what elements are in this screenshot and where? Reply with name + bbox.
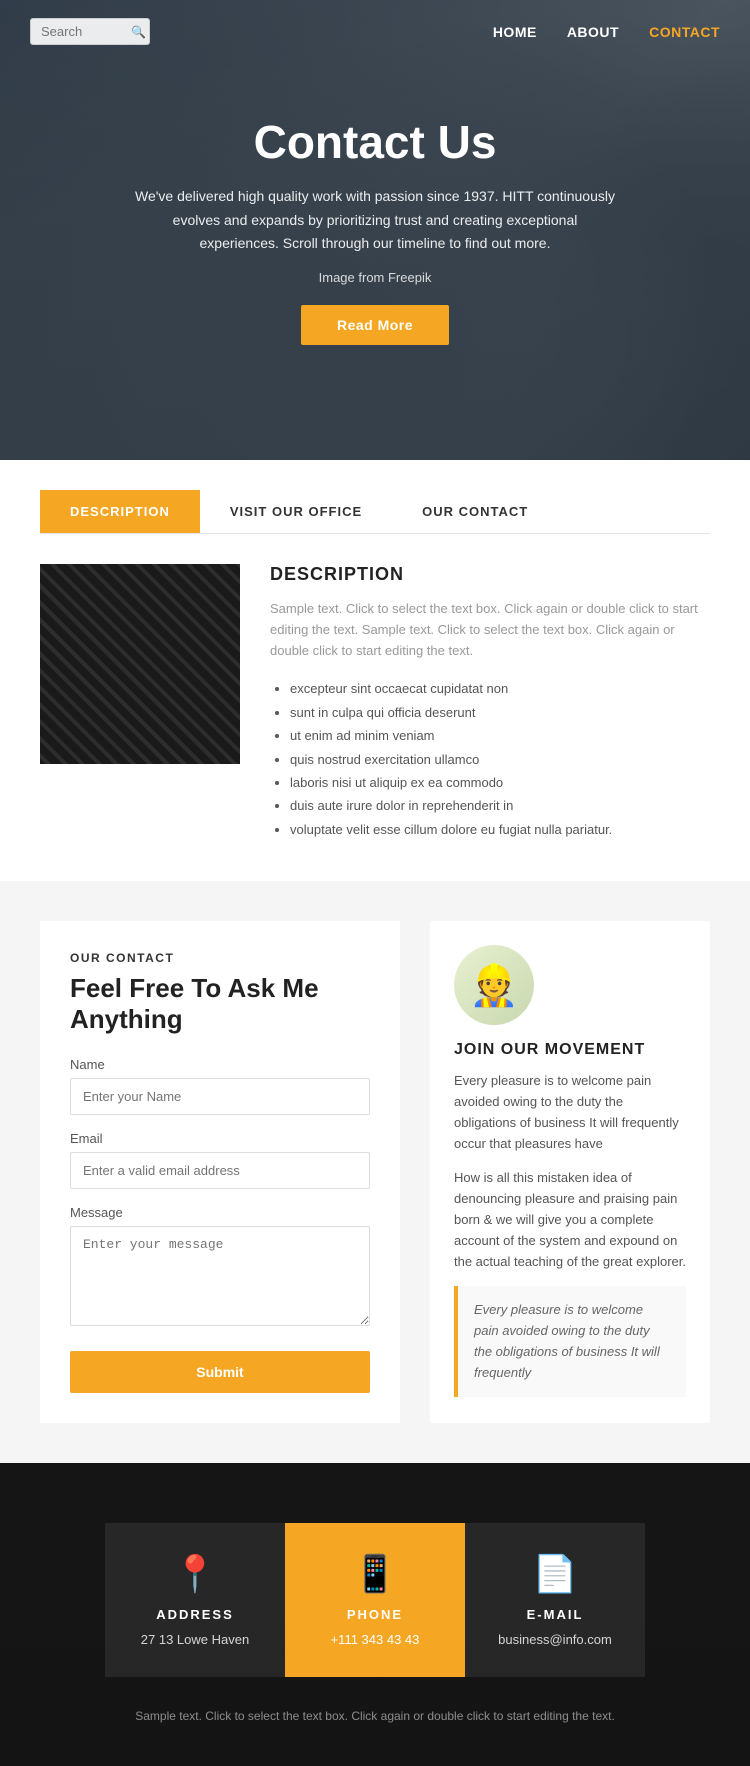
email-label: Email (70, 1131, 370, 1146)
submit-button[interactable]: Submit (70, 1351, 370, 1393)
message-label: Message (70, 1205, 370, 1220)
nav-contact[interactable]: CONTACT (649, 24, 720, 40)
description-text: DESCRIPTION Sample text. Click to select… (270, 564, 710, 841)
footer-bottom-text: Sample text. Click to select the text bo… (40, 1707, 710, 1726)
phone-value: +111 343 43 43 (305, 1632, 445, 1647)
hero-title: Contact Us (135, 115, 615, 169)
list-item: quis nostrud exercitation ullamco (290, 748, 710, 771)
navigation: 🔍 HOME ABOUT CONTACT (0, 0, 750, 63)
email-value: business@info.com (485, 1632, 625, 1647)
list-item: ut enim ad minim veniam (290, 724, 710, 747)
join-text-1: Every pleasure is to welcome pain avoide… (454, 1071, 686, 1154)
hero-section: Contact Us We've delivered high quality … (0, 0, 750, 460)
list-item: duis aute irure dolor in reprehenderit i… (290, 794, 710, 817)
footer-card-address: 📍 ADDRESS 27 13 Lowe Haven (105, 1523, 285, 1677)
description-title: DESCRIPTION (270, 564, 710, 585)
nav-links: HOME ABOUT CONTACT (493, 24, 720, 40)
search-input[interactable] (41, 24, 131, 39)
contact-form-card: OUR CONTACT Feel Free To Ask Me Anything… (40, 921, 400, 1423)
phone-icon: 📱 (305, 1553, 445, 1595)
contact-section-title: Feel Free To Ask Me Anything (70, 973, 370, 1035)
footer-card-email: 📄 E-MAIL business@info.com (465, 1523, 645, 1677)
avatar: 👷 (454, 945, 534, 1025)
phone-title: PHONE (305, 1607, 445, 1622)
description-image (40, 564, 240, 764)
footer-card-phone: 📱 PHONE +111 343 43 43 (285, 1523, 465, 1677)
email-input[interactable] (70, 1152, 370, 1189)
search-box[interactable]: 🔍 (30, 18, 150, 45)
tab-our-contact[interactable]: OUR CONTACT (392, 490, 558, 533)
tabs-section: DESCRIPTION VISIT OUR OFFICE OUR CONTACT (0, 460, 750, 534)
contact-section: OUR CONTACT Feel Free To Ask Me Anything… (0, 881, 750, 1463)
desc-image-pattern (40, 564, 240, 764)
hero-description: We've delivered high quality work with p… (135, 185, 615, 256)
list-item: laboris nisi ut aliquip ex ea commodo (290, 771, 710, 794)
hero-content: Contact Us We've delivered high quality … (115, 95, 635, 365)
address-title: ADDRESS (125, 1607, 265, 1622)
nav-home[interactable]: HOME (493, 24, 537, 40)
list-item: excepteur sint occaecat cupidatat non (290, 677, 710, 700)
description-list: excepteur sint occaecat cupidatat non su… (270, 677, 710, 841)
tab-description[interactable]: DESCRIPTION (40, 490, 200, 533)
join-title: JOIN OUR MOVEMENT (454, 1041, 686, 1059)
list-item: voluptate velit esse cillum dolore eu fu… (290, 818, 710, 841)
list-item: sunt in culpa qui officia deserunt (290, 701, 710, 724)
join-text-2: How is all this mistaken idea of denounc… (454, 1168, 686, 1272)
form-group-name: Name (70, 1057, 370, 1115)
tabs-bar: DESCRIPTION VISIT OUR OFFICE OUR CONTACT (40, 490, 710, 534)
email-icon: 📄 (485, 1553, 625, 1595)
search-icon: 🔍 (131, 25, 146, 39)
footer-cards: 📍 ADDRESS 27 13 Lowe Haven 📱 PHONE +111 … (40, 1523, 710, 1677)
description-section: DESCRIPTION Sample text. Click to select… (0, 534, 750, 881)
footer: 📍 ADDRESS 27 13 Lowe Haven 📱 PHONE +111 … (0, 1463, 750, 1766)
nav-about[interactable]: ABOUT (567, 24, 619, 40)
contact-section-label: OUR CONTACT (70, 951, 370, 965)
message-textarea[interactable] (70, 1226, 370, 1326)
contact-info-card: 👷 JOIN OUR MOVEMENT Every pleasure is to… (430, 921, 710, 1423)
tab-visit-office[interactable]: VISIT OUR OFFICE (200, 490, 392, 533)
worker-avatar-icon: 👷 (469, 962, 519, 1009)
description-sample: Sample text. Click to select the text bo… (270, 599, 710, 661)
address-icon: 📍 (125, 1553, 265, 1595)
join-quote: Every pleasure is to welcome pain avoide… (454, 1286, 686, 1397)
name-input[interactable] (70, 1078, 370, 1115)
name-label: Name (70, 1057, 370, 1072)
email-title: E-MAIL (485, 1607, 625, 1622)
hero-image-credit: Image from Freepik (135, 270, 615, 285)
form-group-email: Email (70, 1131, 370, 1189)
read-more-button[interactable]: Read More (301, 305, 449, 345)
address-value: 27 13 Lowe Haven (125, 1632, 265, 1647)
form-group-message: Message (70, 1205, 370, 1331)
